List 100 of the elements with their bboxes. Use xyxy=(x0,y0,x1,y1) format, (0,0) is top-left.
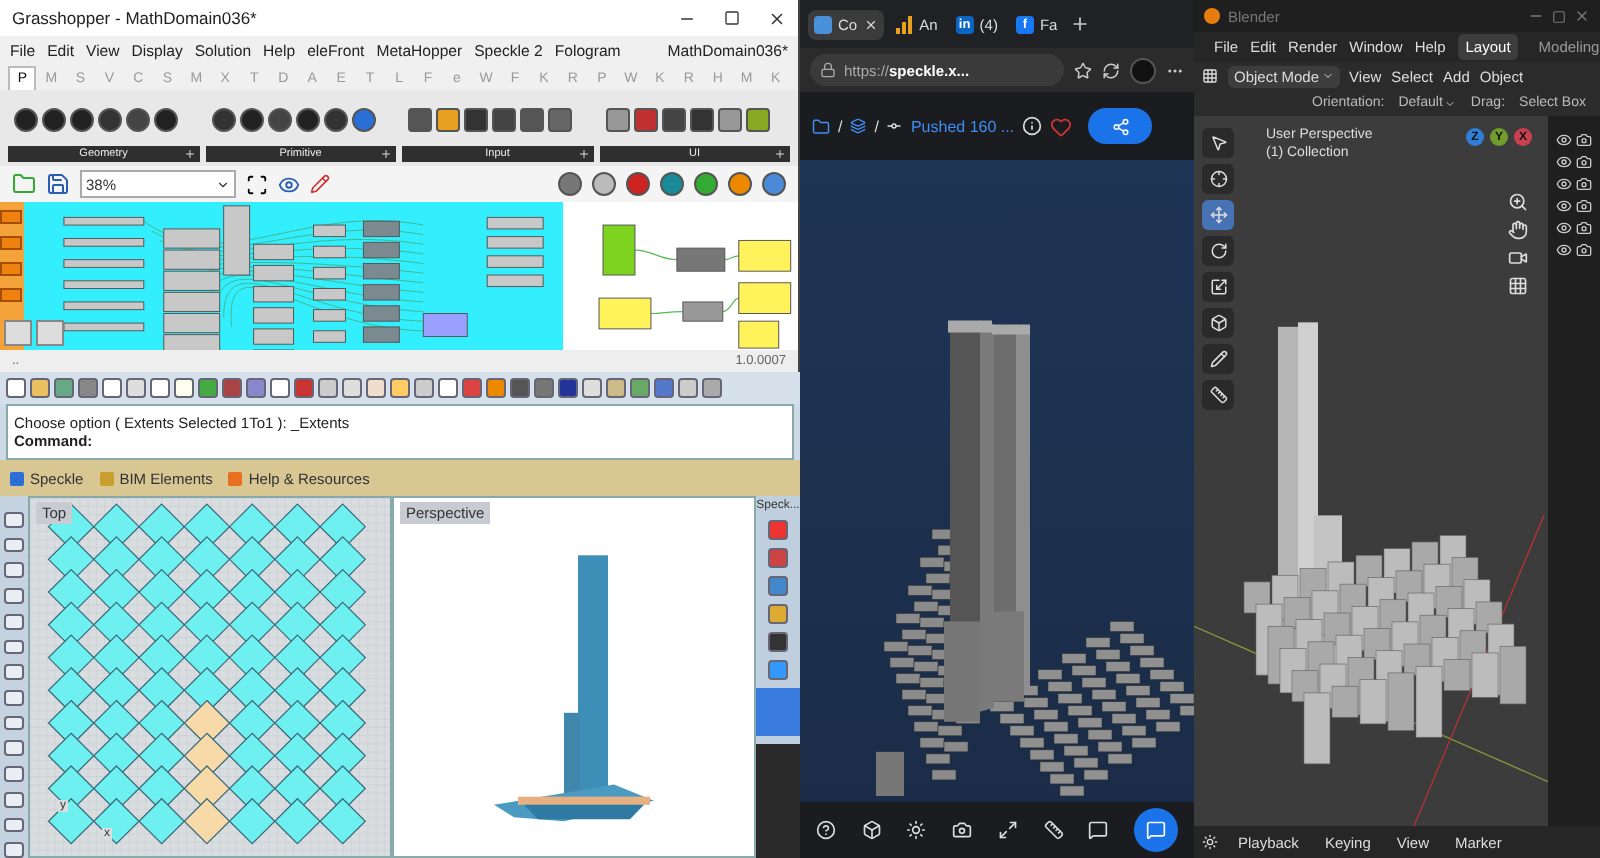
folder-icon[interactable] xyxy=(812,117,830,135)
share-button[interactable] xyxy=(1088,108,1153,144)
group-tab[interactable] xyxy=(0,288,23,302)
component-node[interactable] xyxy=(162,249,220,270)
component-icon[interactable] xyxy=(351,108,375,132)
sphere-icon[interactable] xyxy=(762,172,786,196)
component-node[interactable] xyxy=(362,326,400,343)
component-node[interactable] xyxy=(312,309,346,322)
component-node[interactable] xyxy=(62,259,144,268)
component-icon[interactable] xyxy=(211,108,235,132)
preview-icon[interactable] xyxy=(626,172,650,196)
component-node[interactable] xyxy=(737,239,791,272)
rotate-icon[interactable] xyxy=(1202,236,1234,266)
preview-icon[interactable] xyxy=(592,172,616,196)
component-icon[interactable] xyxy=(70,108,94,132)
component-icon[interactable] xyxy=(154,108,178,132)
component-icon[interactable] xyxy=(605,108,629,132)
eye-icon[interactable] xyxy=(278,173,300,195)
component-node[interactable] xyxy=(252,286,294,303)
component-node[interactable] xyxy=(252,307,294,324)
component-icon[interactable] xyxy=(267,108,291,132)
camera-icon[interactable] xyxy=(1508,248,1528,268)
component-icon[interactable] xyxy=(633,108,657,132)
close-icon[interactable] xyxy=(768,9,786,27)
help-icon[interactable] xyxy=(816,820,836,840)
expand-icon[interactable] xyxy=(183,148,195,160)
sphere-icon[interactable] xyxy=(660,172,684,196)
sphere-icon[interactable] xyxy=(694,172,718,196)
camera-icon[interactable] xyxy=(1576,242,1592,258)
expand-icon[interactable] xyxy=(774,148,786,160)
camera-icon[interactable] xyxy=(1576,132,1592,148)
group-tab[interactable] xyxy=(0,262,23,276)
component-node[interactable] xyxy=(252,264,294,282)
component-icon[interactable] xyxy=(295,108,319,132)
group-tab[interactable] xyxy=(0,236,23,250)
refresh-icon[interactable] xyxy=(1102,61,1120,79)
component-node[interactable] xyxy=(362,220,400,238)
camera-icon[interactable] xyxy=(1576,176,1592,192)
component-icon[interactable] xyxy=(323,108,347,132)
expand-icon[interactable] xyxy=(380,148,392,160)
cursor-icon[interactable] xyxy=(1202,164,1234,194)
component-node[interactable] xyxy=(162,228,220,249)
component-node[interactable] xyxy=(222,205,250,276)
ruler-icon[interactable] xyxy=(1202,380,1234,410)
component-node[interactable] xyxy=(312,266,346,280)
component-node[interactable] xyxy=(252,243,294,261)
component-node[interactable] xyxy=(737,282,791,314)
expand-icon[interactable] xyxy=(577,148,589,160)
component-node[interactable] xyxy=(62,238,144,247)
component-node[interactable] xyxy=(486,255,543,268)
component-node[interactable] xyxy=(62,280,144,289)
component-node[interactable] xyxy=(312,245,346,259)
component-node[interactable] xyxy=(312,288,346,301)
move-icon[interactable] xyxy=(1202,200,1234,230)
component-node[interactable] xyxy=(486,216,543,230)
group-tab[interactable] xyxy=(0,210,23,224)
component-node[interactable] xyxy=(62,216,144,226)
info-icon[interactable] xyxy=(1022,116,1043,136)
comment-icon[interactable] xyxy=(1088,820,1109,840)
box-icon[interactable] xyxy=(861,820,882,840)
zoom-extents-icon[interactable] xyxy=(246,173,268,195)
component-icon[interactable] xyxy=(98,108,122,132)
camera-icon[interactable] xyxy=(1576,220,1592,236)
component-node[interactable] xyxy=(681,301,723,322)
new-tab-icon[interactable] xyxy=(1069,14,1090,34)
preview-icon[interactable] xyxy=(558,172,582,196)
component-node[interactable] xyxy=(486,236,543,249)
component-icon[interactable] xyxy=(661,108,685,132)
component-node[interactable] xyxy=(252,328,294,345)
breadcrumb-link[interactable]: Pushed 160 ... xyxy=(910,117,1015,135)
select-box-icon[interactable] xyxy=(1202,128,1234,158)
favorite-icon[interactable] xyxy=(1074,61,1092,79)
component-node[interactable] xyxy=(597,297,651,330)
component-icon[interactable] xyxy=(126,108,150,132)
component-node[interactable] xyxy=(362,241,400,259)
component-icon[interactable] xyxy=(239,108,263,132)
project-icon[interactable] xyxy=(850,118,867,134)
maximize-icon[interactable] xyxy=(1552,9,1566,23)
component-node[interactable] xyxy=(675,247,725,272)
component-icon[interactable] xyxy=(14,108,38,132)
add-comment-button[interactable] xyxy=(1133,808,1178,852)
component-node[interactable] xyxy=(312,224,346,238)
component-node[interactable] xyxy=(362,263,400,280)
component-icon[interactable] xyxy=(689,108,713,132)
component-node[interactable] xyxy=(422,313,468,338)
component-node[interactable] xyxy=(162,291,220,313)
folder-icon[interactable] xyxy=(12,172,36,196)
camera-icon[interactable] xyxy=(1576,154,1592,170)
sun-icon[interactable] xyxy=(906,820,927,840)
component-icon[interactable] xyxy=(42,108,66,132)
component-node[interactable] xyxy=(312,330,346,343)
component-node[interactable] xyxy=(486,274,543,288)
profile-avatar[interactable] xyxy=(1130,57,1156,83)
component-node[interactable] xyxy=(362,305,400,322)
pencil-icon[interactable] xyxy=(1202,344,1234,374)
maximize-icon[interactable] xyxy=(724,10,740,26)
camera-icon[interactable] xyxy=(1576,198,1592,214)
scale-icon[interactable] xyxy=(1202,272,1234,302)
component-node[interactable] xyxy=(162,313,220,334)
component-node[interactable] xyxy=(62,301,144,311)
